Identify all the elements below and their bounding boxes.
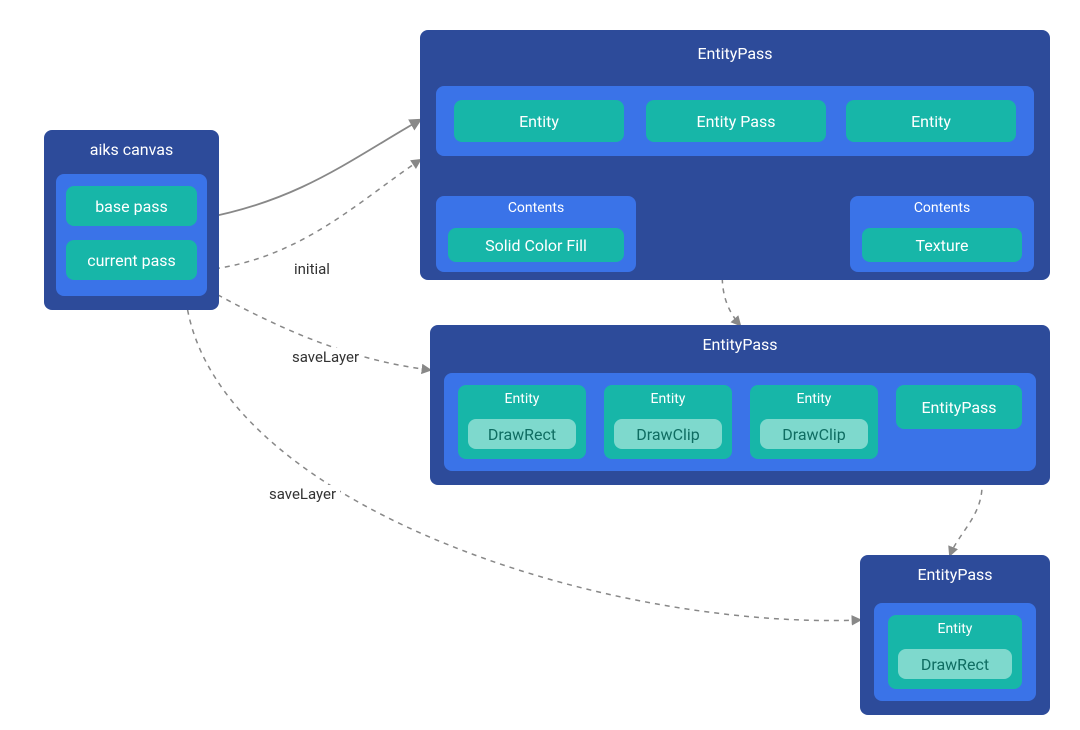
- entity-pass-3-title: EntityPass: [860, 555, 1050, 588]
- ep1-entity-b: Entity: [846, 100, 1016, 142]
- ep1-contents-a-title: Contents: [436, 196, 636, 224]
- aiks-canvas-title: aiks canvas: [44, 130, 219, 163]
- ep2-entity-c-op: DrawClip: [760, 419, 868, 449]
- ep2-entity-a-label: Entity: [458, 385, 586, 409]
- ep2-entity-a-op: DrawRect: [468, 419, 576, 449]
- entity-pass-1-row: Entity Entity Pass Entity: [436, 86, 1034, 156]
- ep2-entity-pass-child: EntityPass: [896, 385, 1022, 429]
- aiks-canvas-inner: base pass current pass: [56, 174, 207, 296]
- ep2-entity-a-op-label: DrawRect: [488, 425, 556, 444]
- ep2-entity-b: Entity DrawClip: [604, 385, 732, 459]
- ep1-entity-a: Entity: [454, 100, 624, 142]
- ep1-contents-b-fill: Texture: [862, 228, 1022, 262]
- current-pass-cell: current pass: [66, 240, 197, 280]
- entity-pass-2-title: EntityPass: [430, 325, 1050, 358]
- ep2-entity-pass-child-label: EntityPass: [921, 398, 996, 417]
- edge-label-savelayer-2: saveLayer: [265, 485, 340, 503]
- ep3-entity-op: DrawRect: [898, 649, 1012, 679]
- ep2-entity-b-op: DrawClip: [614, 419, 722, 449]
- ep1-contents-a-fill: Solid Color Fill: [448, 228, 624, 262]
- ep1-entity-pass-child-label: Entity Pass: [696, 112, 775, 131]
- ep1-contents-a-box: Contents Solid Color Fill: [436, 196, 636, 272]
- ep3-entity: Entity DrawRect: [888, 615, 1022, 689]
- current-pass-label: current pass: [87, 251, 176, 270]
- ep2-entity-c-label: Entity: [750, 385, 878, 409]
- entity-pass-1-title: EntityPass: [420, 30, 1050, 67]
- base-pass-cell: base pass: [66, 186, 197, 226]
- ep1-contents-b-fill-label: Texture: [915, 236, 968, 255]
- entity-pass-2-box: EntityPass Entity DrawRect Entity DrawCl…: [430, 325, 1050, 485]
- entity-pass-3-box: EntityPass Entity DrawRect: [860, 555, 1050, 715]
- ep1-entity-b-label: Entity: [911, 112, 951, 131]
- ep2-entity-b-label: Entity: [604, 385, 732, 409]
- aiks-canvas-box: aiks canvas base pass current pass: [44, 130, 219, 310]
- ep2-entity-c: Entity DrawClip: [750, 385, 878, 459]
- edge-label-savelayer-1: saveLayer: [288, 348, 363, 366]
- ep3-entity-label: Entity: [888, 615, 1022, 639]
- ep3-entity-op-label: DrawRect: [921, 655, 989, 674]
- ep2-entity-c-op-label: DrawClip: [782, 425, 846, 444]
- ep1-entity-a-label: Entity: [519, 112, 559, 131]
- entity-pass-1-box: EntityPass Entity Entity Pass Entity Con…: [420, 30, 1050, 280]
- entity-pass-2-row: Entity DrawRect Entity DrawClip Entity D…: [444, 373, 1036, 471]
- base-pass-label: base pass: [95, 197, 168, 216]
- entity-pass-3-row: Entity DrawRect: [874, 603, 1036, 701]
- ep1-contents-a-fill-label: Solid Color Fill: [485, 236, 587, 255]
- ep1-entity-pass-child: Entity Pass: [646, 100, 826, 142]
- ep2-entity-b-op-label: DrawClip: [636, 425, 700, 444]
- ep1-contents-b-title: Contents: [850, 196, 1034, 224]
- edge-label-initial: initial: [290, 260, 334, 278]
- ep1-contents-b-box: Contents Texture: [850, 196, 1034, 272]
- ep2-entity-a: Entity DrawRect: [458, 385, 586, 459]
